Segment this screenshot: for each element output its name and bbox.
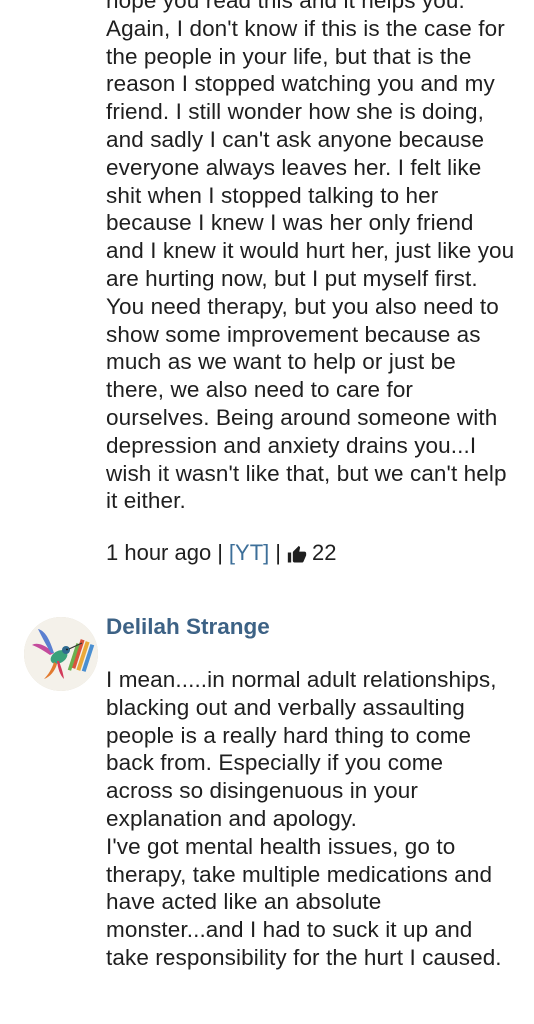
like-count: 22 — [311, 540, 337, 565]
hummingbird-avatar-icon — [24, 617, 98, 691]
meta-separator: | — [275, 540, 281, 565]
thumbs-up-icon[interactable] — [287, 543, 307, 563]
comment-body: I mean.....in normal adult relationships… — [106, 667, 502, 970]
comment-body: hope you read this and it helps you. Aga… — [106, 0, 515, 514]
avatar[interactable] — [24, 617, 98, 691]
source-link[interactable]: [YT] — [229, 538, 269, 568]
meta-separator: | — [217, 540, 223, 565]
comment-meta: 1 hour ago | [YT] | 22 — [106, 538, 336, 568]
comment-timestamp: 1 hour ago — [106, 540, 212, 565]
comment-author[interactable]: Delilah Strange — [106, 612, 270, 642]
